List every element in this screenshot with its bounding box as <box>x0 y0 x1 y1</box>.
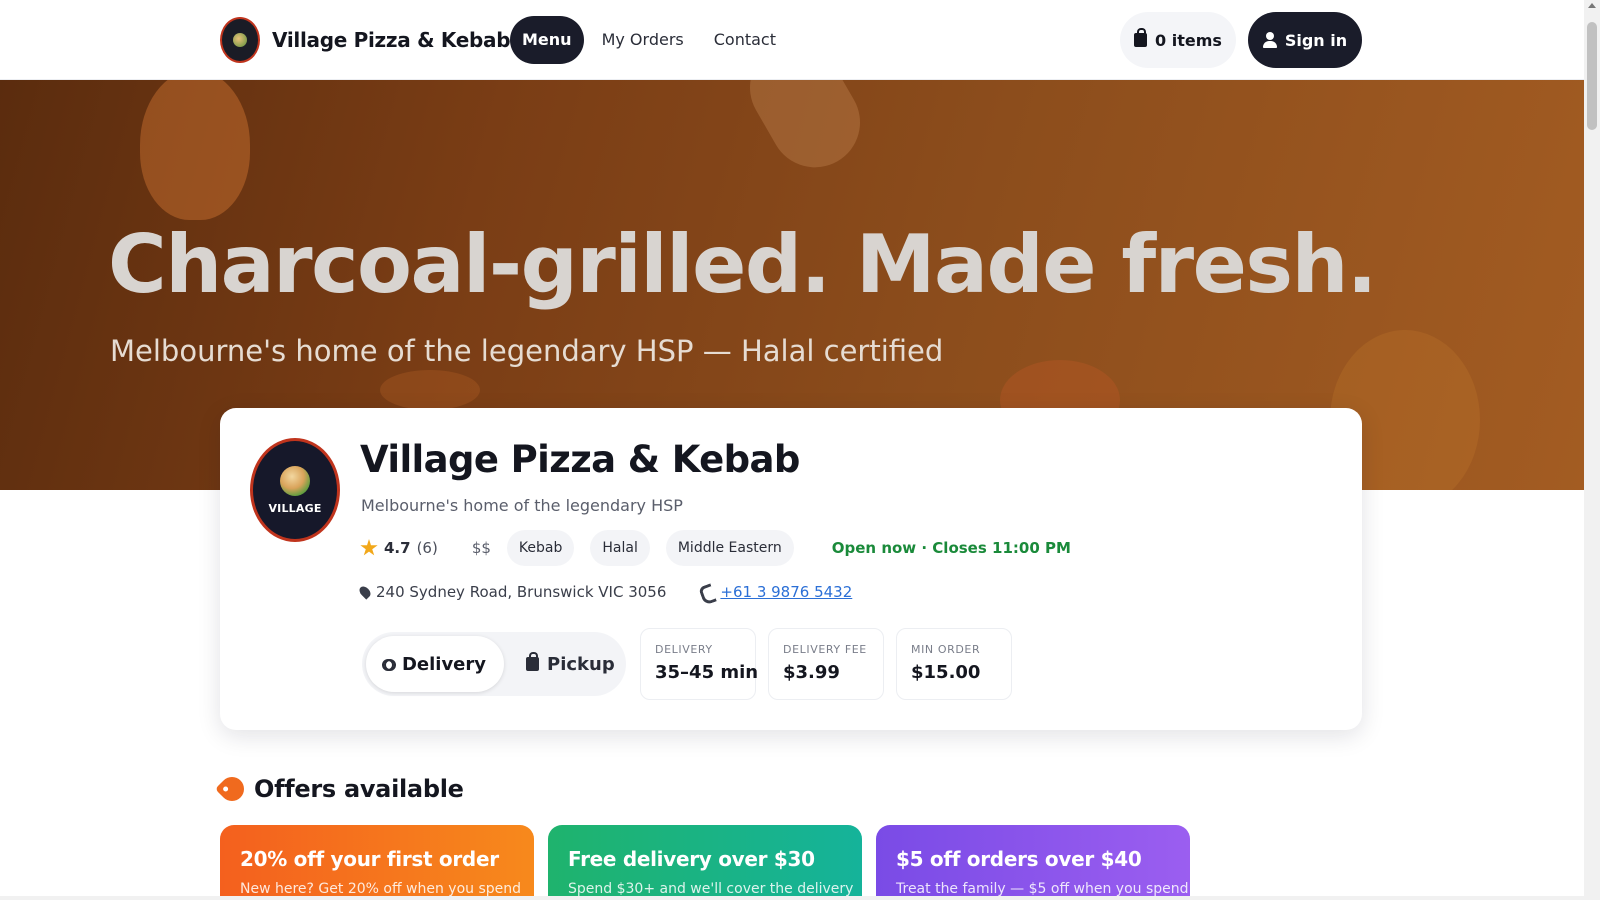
hero-subtitle: Melbourne's home of the legendary HSP — … <box>110 334 944 368</box>
cart-label: 0 items <box>1155 30 1222 50</box>
cuisine-tag: Kebab <box>506 530 575 566</box>
phone-link[interactable]: +61 3 9876 5432 <box>720 583 852 601</box>
restaurant-logo: VILLAGE <box>250 438 340 542</box>
stat-label: MIN ORDER <box>911 643 981 656</box>
sign-in-label: Sign in <box>1284 30 1348 50</box>
logo-text: VILLAGE <box>268 501 322 515</box>
delivery-option[interactable]: Delivery <box>366 636 504 692</box>
rating-value: 4.7 <box>384 539 411 557</box>
restaurant-info-card: VILLAGE Village Pizza & Kebab Melbourne'… <box>220 408 1362 730</box>
bag-icon <box>1134 28 1148 47</box>
contact-row: 240 Sydney Road, Brunswick VIC 3056 +61 … <box>357 580 852 604</box>
offer-title: 20% off your first order <box>240 847 499 871</box>
stat-label: DELIVERY FEE <box>783 643 867 656</box>
stat-delivery-time: DELIVERY 35–45 min <box>640 628 759 700</box>
pickup-label: Pickup <box>547 653 615 675</box>
top-nav: Village Pizza & Kebab Menu My Orders Con… <box>0 0 1584 80</box>
stat-delivery-fee: DELIVERY FEE $3.99 <box>768 628 884 700</box>
offer-card[interactable]: $5 off orders over $40 Treat the family … <box>876 825 1190 900</box>
stat-value: $15.00 <box>911 662 981 683</box>
cuisine-tag: Middle Eastern <box>665 530 794 566</box>
address: 240 Sydney Road, Brunswick VIC 3056 <box>376 583 667 601</box>
offer-description: Spend $30+ and we'll cover the delivery <box>568 881 854 897</box>
scroll-thumb[interactable] <box>1587 22 1597 130</box>
scroll-up-icon[interactable] <box>1588 3 1596 8</box>
stat-value: $3.99 <box>783 662 840 683</box>
stat-min-order: MIN ORDER $15.00 <box>896 628 1012 700</box>
pickup-option[interactable]: Pickup <box>508 636 633 692</box>
order-mode-toggle: Delivery Pickup <box>362 632 626 696</box>
offer-card[interactable]: Free delivery over $30 Spend $30+ and we… <box>548 825 862 900</box>
open-status: Open now · Closes 11:00 PM <box>831 539 1071 557</box>
flame-illustration <box>140 80 250 220</box>
cart-button[interactable]: 0 items <box>1120 12 1236 68</box>
price-tag-icon <box>215 772 249 806</box>
nav-link-menu[interactable]: Menu <box>510 16 584 64</box>
cuisine-tag: Halal <box>590 530 650 566</box>
offer-title: $5 off orders over $40 <box>896 847 1142 871</box>
restaurant-meta: 4.7 (6) $$ Kebab Halal Middle Eastern Op… <box>360 530 1071 566</box>
brand-name: Village Pizza & Kebab <box>272 28 511 52</box>
offer-description: Treat the family — $5 off when you spend <box>896 881 1189 897</box>
rating[interactable]: 4.7 (6) <box>360 539 438 557</box>
sauce-illustration <box>380 370 480 410</box>
star-icon <box>360 539 378 556</box>
horizontal-scrollbar[interactable] <box>0 896 1584 900</box>
user-icon <box>1262 32 1277 48</box>
vertical-scrollbar[interactable] <box>1584 0 1600 900</box>
nav-links: Menu My Orders Contact <box>510 16 788 64</box>
offers-heading: Offers available <box>215 772 464 806</box>
delivery-label: Delivery <box>401 653 486 675</box>
rating-count: (6) <box>416 539 438 557</box>
location-pin-icon <box>357 584 373 600</box>
restaurant-name: Village Pizza & Kebab <box>360 438 800 481</box>
offer-title: Free delivery over $30 <box>568 847 815 871</box>
offers-title: Offers available <box>254 775 464 803</box>
restaurant-tagline: Melbourne's home of the legendary HSP <box>361 496 683 515</box>
phone-icon <box>700 585 714 599</box>
nav-link-my-orders[interactable]: My Orders <box>590 16 696 64</box>
nav-link-contact[interactable]: Contact <box>702 16 788 64</box>
bike-icon <box>381 657 396 671</box>
hero-title: Charcoal-grilled. Made fresh. <box>108 218 1377 311</box>
offer-card[interactable]: 20% off your first order New here? Get 2… <box>220 825 534 900</box>
bag-icon <box>526 652 539 671</box>
offer-description: New here? Get 20% off when you spend <box>240 881 522 897</box>
stat-value: 35–45 min <box>655 662 759 683</box>
brand-logo <box>220 17 260 63</box>
stat-label: DELIVERY <box>655 643 713 656</box>
kebab-icon <box>280 465 310 496</box>
skewer-illustration <box>733 80 877 184</box>
sign-in-button[interactable]: Sign in <box>1248 12 1362 68</box>
brand[interactable]: Village Pizza & Kebab <box>220 17 511 63</box>
price-level: $$ <box>471 539 491 557</box>
